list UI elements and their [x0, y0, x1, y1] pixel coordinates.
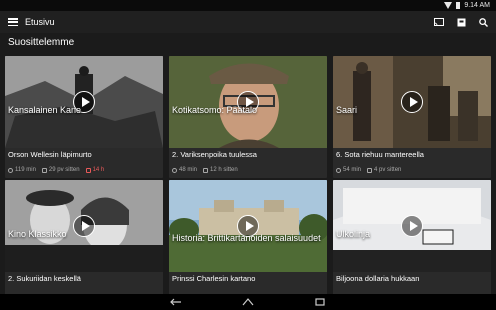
- battery-icon: [456, 2, 461, 9]
- expiry-icon: [85, 167, 91, 173]
- published-age: 29 pv sitten: [48, 167, 80, 173]
- play-icon[interactable]: [401, 91, 423, 113]
- play-icon[interactable]: [401, 215, 423, 237]
- wifi-icon: [444, 2, 453, 9]
- program-thumbnail: Ulkolinja: [333, 180, 491, 272]
- action-bar: Etusivu: [0, 11, 496, 33]
- program-title: Kansalainen Kane: [8, 105, 82, 115]
- downloads-icon[interactable]: [456, 18, 466, 27]
- program-title: Kino Klassikko: [8, 229, 67, 239]
- program-meta: 119 min 29 pv sitten 14 h: [8, 167, 104, 173]
- program-title: Ulkolinja: [336, 229, 371, 239]
- episode-title: 6. Sota riehuu mantereella: [336, 150, 424, 159]
- home-icon[interactable]: [242, 297, 254, 307]
- section-title: Suosittelemme: [8, 37, 75, 48]
- program-card[interactable]: Historia: Brittikartanoiden salaisuudet …: [169, 180, 327, 302]
- program-card[interactable]: Kino Klassikko 2. Sukuriidan keskellä: [5, 180, 163, 302]
- program-card[interactable]: Kotikatsomo: Päätalo 2. Variksenpoika tu…: [169, 56, 327, 178]
- program-thumbnail: Kino Klassikko: [5, 180, 163, 272]
- episode-title: Biljoona dollaria hukkaan: [336, 274, 420, 283]
- page-title: Etusivu: [25, 17, 55, 27]
- program-card[interactable]: Kansalainen Kane Orson Wellesin läpimurt…: [5, 56, 163, 178]
- play-icon[interactable]: [73, 215, 95, 237]
- status-bar: 9.14 AM: [0, 0, 496, 11]
- published-age: 4 pv sitten: [374, 167, 402, 173]
- duration: 119 min: [15, 167, 36, 173]
- calendar-icon: [41, 167, 47, 173]
- episode-title: Orson Wellesin läpimurto: [8, 150, 92, 159]
- program-thumbnail: Kansalainen Kane: [5, 56, 163, 148]
- duration: 54 min: [343, 167, 362, 173]
- clock-icon: [172, 167, 177, 173]
- program-title: Kotikatsomo: Päätalo: [172, 105, 258, 115]
- program-title: Historia: Brittikartanoiden salaisuudet: [172, 233, 321, 243]
- episode-title: Prinssi Charlesin kartano: [172, 274, 256, 283]
- back-icon[interactable]: [170, 297, 182, 307]
- calendar-icon: [367, 167, 373, 173]
- menu-icon[interactable]: [8, 18, 18, 26]
- published-age: 12 h sitten: [210, 167, 238, 173]
- episode-title: 2. Sukuriidan keskellä: [8, 274, 81, 283]
- program-card[interactable]: Ulkolinja Biljoona dollaria hukkaan: [333, 180, 491, 302]
- program-meta: 54 min 4 pv sitten: [336, 167, 401, 173]
- system-nav-bar: [0, 294, 496, 310]
- search-icon[interactable]: [478, 17, 488, 27]
- program-meta: 48 min 12 h sitten: [172, 167, 238, 173]
- cast-icon[interactable]: [434, 18, 444, 27]
- episode-title: 2. Variksenpoika tuulessa: [172, 150, 257, 159]
- program-title: Saari: [336, 105, 358, 115]
- program-thumbnail: Historia: Brittikartanoiden salaisuudet: [169, 180, 327, 272]
- duration: 48 min: [179, 167, 198, 173]
- time-remaining: 14 h: [92, 167, 105, 173]
- clock-icon: [8, 167, 13, 173]
- program-thumbnail: Kotikatsomo: Päätalo: [169, 56, 327, 148]
- calendar-icon: [203, 167, 209, 173]
- program-thumbnail: Saari: [333, 56, 491, 148]
- status-time: 9.14 AM: [464, 2, 490, 9]
- clock-icon: [336, 167, 341, 173]
- recents-icon[interactable]: [314, 297, 326, 307]
- program-card[interactable]: Saari 6. Sota riehuu mantereella 54 min …: [333, 56, 491, 178]
